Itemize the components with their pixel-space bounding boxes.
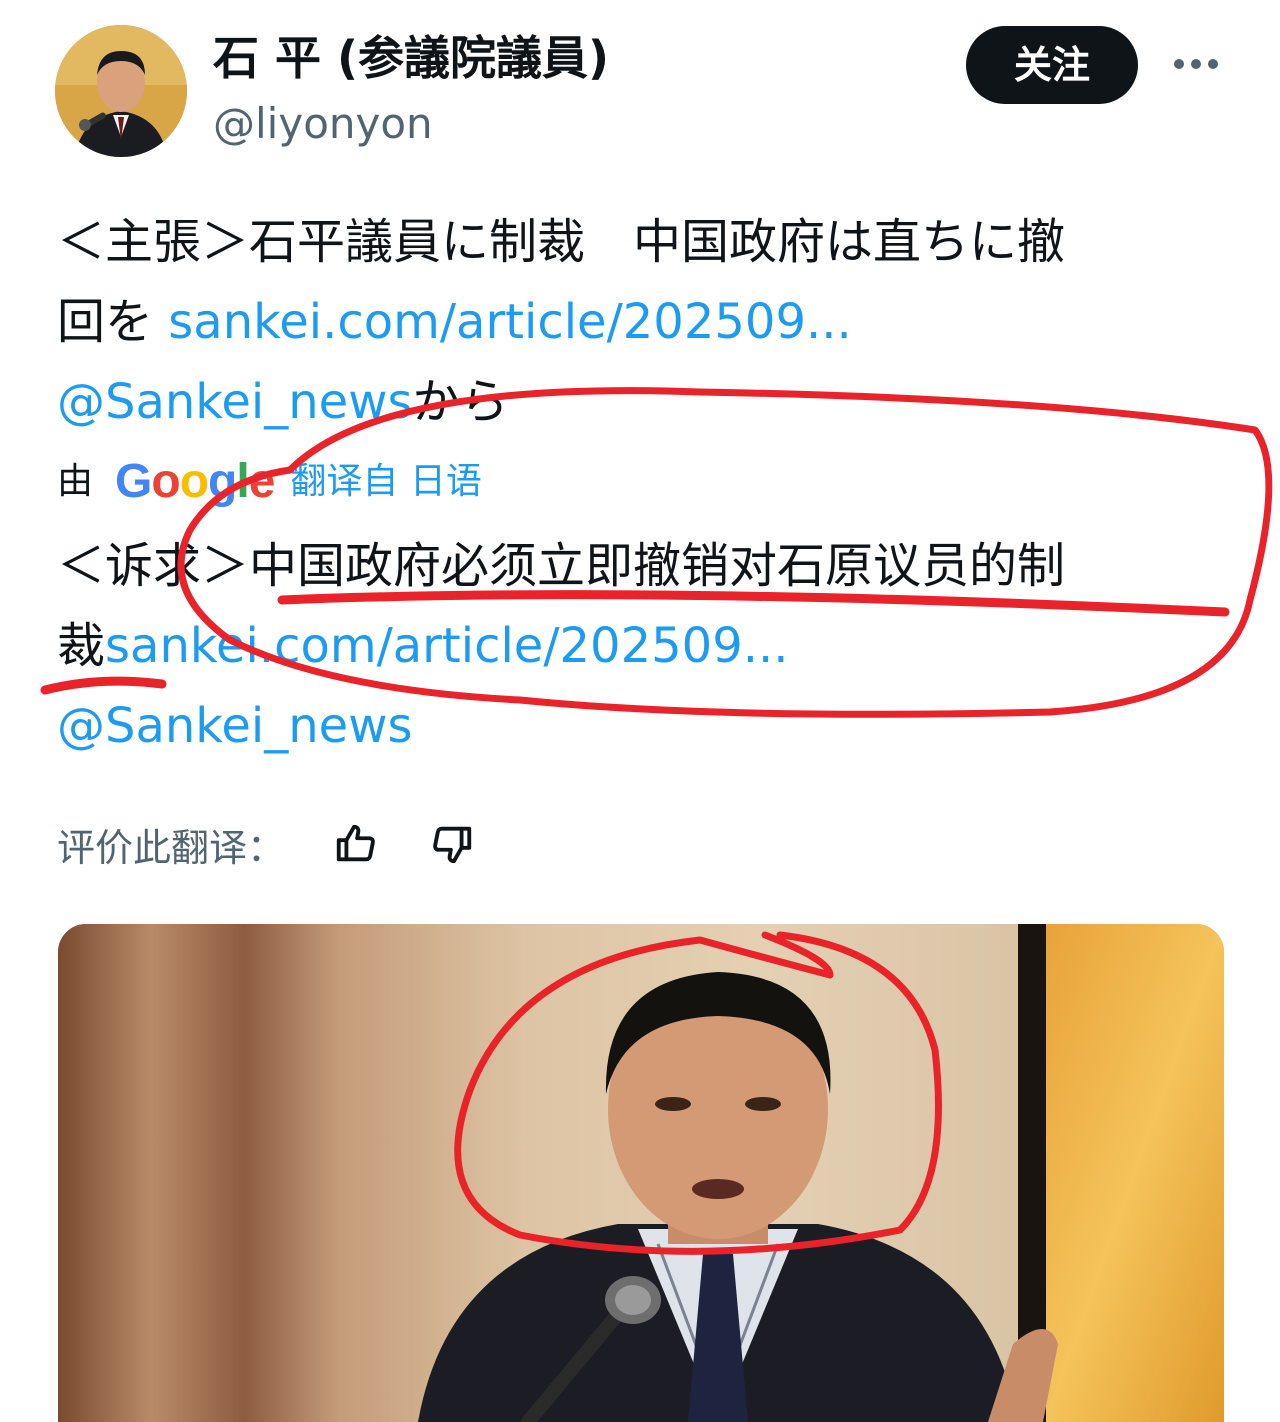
original-text-line-2: 回を sankei.com/article/202509... — [57, 292, 852, 352]
avatar[interactable] — [55, 25, 187, 157]
translation-text-line-1: ＜诉求＞中国政府必须立即撤销对石原议员的制 — [57, 538, 1066, 594]
more-dot — [1174, 59, 1184, 69]
translation-text-line-2: 裁sankei.com/article/202509... — [57, 616, 789, 676]
original-text-fragment: 回を — [57, 294, 154, 350]
thumbs-down-icon[interactable] — [427, 819, 477, 869]
translated-article-link[interactable]: sankei.com/article/202509... — [105, 618, 788, 674]
original-text-suffix: から — [412, 374, 509, 430]
rate-translation-label: 评价此翻译： — [57, 825, 286, 870]
tweet-page: 石 平 (参議院議員) @liyonyon 关注 ＜主張＞石平議員に制裁 中国政… — [0, 0, 1280, 1422]
more-dot — [1208, 59, 1218, 69]
thumbs-up-icon[interactable] — [331, 819, 381, 869]
translated-by-prefix: 由 — [57, 461, 94, 502]
avatar-photo — [55, 25, 187, 157]
more-dot — [1191, 59, 1201, 69]
original-text-line-3: @Sankei_newsから — [57, 372, 509, 432]
translation-text-fragment: 裁 — [57, 618, 106, 674]
rate-translation-row: 评价此翻译： — [57, 814, 477, 874]
original-text-line-1: ＜主張＞石平議員に制裁 中国政府は直ちに撤 — [57, 214, 1066, 270]
display-name[interactable]: 石 平 (参議院議員) — [213, 30, 609, 86]
more-horizontal-icon[interactable] — [1168, 42, 1224, 86]
follow-button[interactable]: 关注 — [966, 26, 1138, 104]
tweet-media-image[interactable] — [58, 924, 1224, 1422]
article-link[interactable]: sankei.com/article/202509... — [168, 294, 851, 350]
speaker-photo — [58, 924, 1224, 1422]
user-handle[interactable]: @liyonyon — [213, 98, 433, 150]
google-logo: Google — [115, 455, 275, 508]
translated-sankei-mention[interactable]: @Sankei_news — [57, 698, 412, 754]
sankei-mention[interactable]: @Sankei_news — [57, 374, 412, 430]
translation-text-line-3: @Sankei_news — [57, 696, 412, 756]
translated-from-language[interactable]: 翻译自 日语 — [290, 454, 481, 510]
translated-by-google: 由 Google 翻译自 日语 — [57, 454, 482, 510]
